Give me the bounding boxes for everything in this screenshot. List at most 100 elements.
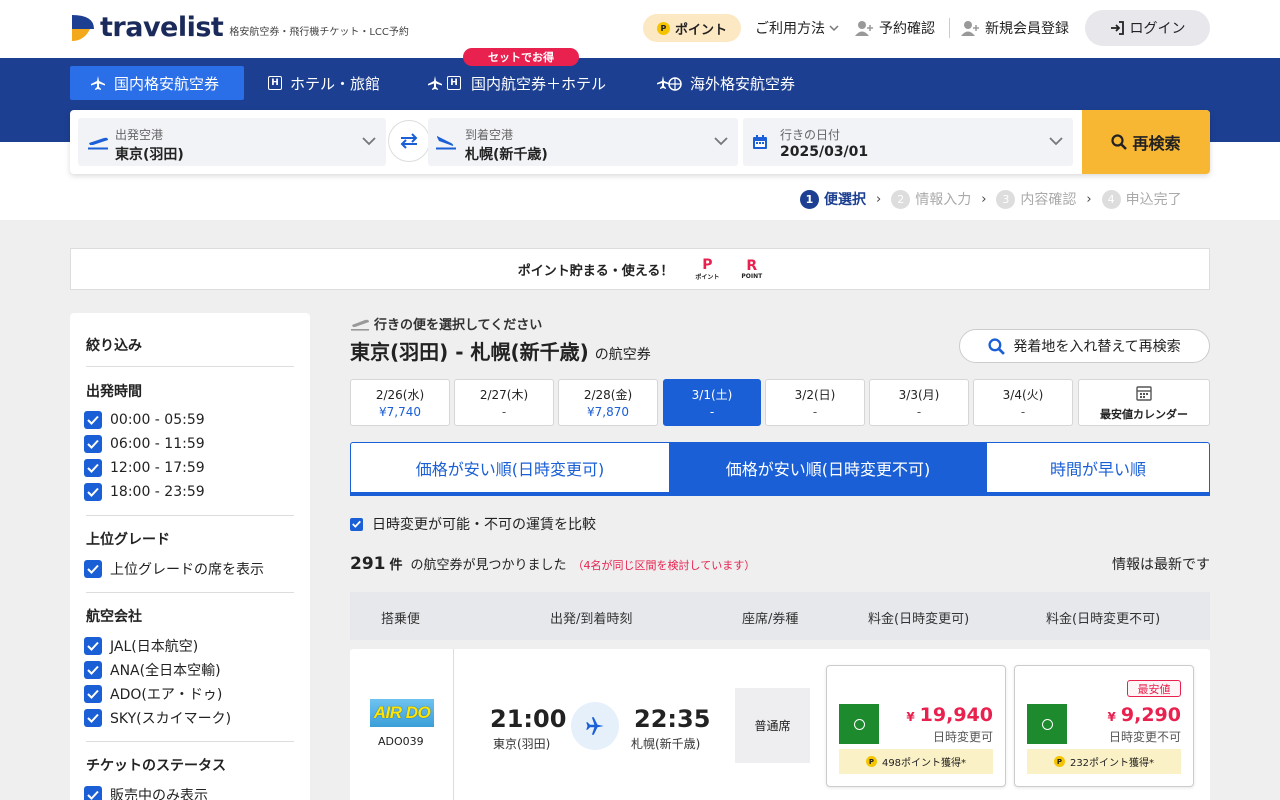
date-option-selected[interactable]: 3/1(土) - (663, 379, 761, 426)
cheapest-calendar-button[interactable]: 最安値カレンダー (1078, 379, 1210, 426)
plane-icon (571, 702, 619, 750)
login-label: ログイン (1129, 21, 1186, 37)
results-table-header: 搭乗便 出発/到着時刻 座席/券種 料金(日時変更可) 料金(日時変更不可) (350, 592, 1210, 640)
date-option[interactable]: 2/28(金) ¥7,870 (558, 379, 658, 426)
date-option[interactable]: 2/26(水) ¥7,740 (350, 379, 450, 426)
usage-menu[interactable]: ご利用方法 (755, 18, 840, 38)
departure-value: 東京(羽田) (115, 147, 184, 163)
tab-hotels[interactable]: H ホテル・旅館 (248, 66, 400, 100)
chevron-down-icon (714, 137, 728, 146)
plane-icon (428, 76, 442, 90)
point-button[interactable]: P ポイント (643, 14, 741, 42)
login-button[interactable]: ログイン (1085, 10, 1210, 46)
grade-filter-option[interactable]: 上位グレードの席を表示 (84, 559, 264, 579)
arrival-value: 札幌(新千歳) (465, 147, 548, 163)
tab-domestic-flights[interactable]: 国内格安航空券 (70, 66, 244, 100)
step-4: 4 申込完了 (1101, 189, 1182, 209)
divider (453, 649, 454, 800)
checkbox-checked-icon (84, 661, 102, 679)
airdo-logo: AIR DO (370, 699, 434, 727)
step-2: 2 情報入力 (891, 189, 971, 209)
time-filter-title: 出発時間 (86, 384, 142, 400)
airline-filter-option[interactable]: SKY(スカイマーク) (84, 708, 231, 728)
airline-filter-option[interactable]: ADO(エア・ドゥ) (84, 684, 222, 704)
divider (86, 592, 294, 593)
search-icon (988, 337, 1006, 355)
sort-tab-price-fixed[interactable]: 価格が安い順(日時変更不可) (669, 443, 987, 492)
user-icon (855, 21, 873, 36)
status-filter-option[interactable]: 販売中のみ表示 (84, 785, 208, 800)
compare-fares-checkbox[interactable]: 日時変更が可能・不可の運賃を比較 (350, 514, 596, 534)
seat-type: 普通席 (735, 688, 810, 763)
chevron-right-icon: › (981, 191, 987, 207)
time-filter-option[interactable]: 06:00 - 11:59 (84, 435, 205, 453)
page-title: 東京(羽田) - 札幌(新千歳) の航空券 (350, 340, 651, 364)
point-label: ポイント (674, 22, 727, 38)
swap-research-button[interactable]: 発着地を入れ替えて再検索 (959, 329, 1210, 363)
checkbox-checked-icon (350, 517, 363, 531)
status-filter-title: チケットのステータス (86, 758, 226, 774)
reservation-check-link[interactable]: 予約確認 (855, 18, 935, 38)
swap-airports-button[interactable] (388, 120, 430, 162)
fare-price: ¥9,290 (1107, 704, 1181, 726)
column-header: 料金(日時変更可) (868, 612, 970, 627)
date-option[interactable]: 3/2(日) - (765, 379, 865, 426)
column-header: 料金(日時変更不可) (1046, 612, 1161, 627)
point-coin-icon: P (865, 756, 877, 767)
tab-overseas-flights[interactable]: 海外格安航空券 (636, 66, 815, 100)
step-3: 3 内容確認 (996, 189, 1076, 209)
point-coin-icon: P (656, 21, 670, 35)
sort-tab-price-changeable[interactable]: 価格が安い順(日時変更可) (351, 443, 669, 492)
select-flight-heading: 行きの便を選択してください (350, 314, 542, 333)
point-banner[interactable]: ポイント貯まる・使える！ P ポイント R POINT (70, 248, 1210, 290)
time-filter-option[interactable]: 00:00 - 05:59 (84, 411, 205, 429)
checkbox-checked-icon (84, 560, 102, 578)
fare-select-icon (1027, 704, 1067, 744)
globe-plane-icon (657, 76, 682, 91)
checkbox-checked-icon (84, 685, 102, 703)
airline-filter-option[interactable]: JAL(日本航空) (84, 636, 198, 656)
arrival-place: 札幌(新千歳) (631, 737, 701, 751)
date-value: 2025/03/01 (780, 144, 869, 160)
usage-label: ご利用方法 (755, 21, 825, 37)
date-option[interactable]: 3/4(火) - (973, 379, 1073, 426)
sort-tab-earliest[interactable]: 時間が早い順 (987, 443, 1209, 492)
flight-number: ADO039 (378, 735, 424, 748)
divider (86, 366, 294, 367)
research-button[interactable]: 再検索 (1082, 110, 1210, 174)
checkbox-checked-icon (84, 411, 102, 429)
point-coin-icon: P (1053, 756, 1065, 767)
fare-card-fixed[interactable]: 最安値 ¥9,290 日時変更不可 P 232ポイント獲得* (1014, 665, 1194, 787)
chevron-down-icon (1049, 137, 1063, 146)
grade-filter-title: 上位グレード (86, 532, 170, 548)
fare-card-changeable[interactable]: ¥19,940 日時変更可 P 498ポイント獲得* (826, 665, 1006, 787)
tab-label: 国内航空券＋ホテル (471, 74, 607, 93)
airline-filter-title: 航空会社 (86, 609, 142, 625)
research-label: 再検索 (1132, 134, 1181, 153)
chevron-down-icon (362, 137, 376, 146)
hotel-icon: H (268, 76, 282, 90)
arrival-airport-select[interactable]: 到着空港 札幌(新千歳) (428, 118, 738, 166)
top-header: travelist 格安航空券・飛行機チケット・LCC予約 P ポイント ご利用… (0, 0, 1280, 58)
date-option[interactable]: 3/3(月) - (869, 379, 969, 426)
time-filter-option[interactable]: 12:00 - 17:59 (84, 459, 205, 477)
result-count: 291 件 の航空券が見つかりました （4名が同じ区間を検討しています） (350, 554, 756, 574)
search-icon (1111, 134, 1128, 150)
tab-flight-hotel[interactable]: H 国内航空券＋ホテル (407, 66, 626, 100)
takeoff-icon (88, 137, 108, 150)
date-option[interactable]: 2/27(木) - (454, 379, 554, 426)
flight-result-row: AIR DO ADO039 21:00 東京(羽田) 22:35 札幌(新千歳)… (350, 649, 1210, 800)
departure-date-select[interactable]: 行きの日付 2025/03/01 (743, 118, 1073, 166)
register-link[interactable]: 新規会員登録 (961, 18, 1069, 38)
date-label: 行きの日付 (780, 128, 841, 142)
fare-points: P 498ポイント獲得* (839, 749, 993, 774)
airline-filter-option[interactable]: ANA(全日本空輸) (84, 660, 221, 680)
travelist-logo[interactable]: travelist 格安航空券・飛行機チケット・LCC予約 (70, 12, 409, 43)
arrival-time: 22:35 (634, 705, 711, 733)
time-filter-option[interactable]: 18:00 - 23:59 (84, 483, 205, 501)
login-icon (1110, 21, 1124, 35)
departure-airport-select[interactable]: 出発空港 東京(羽田) (78, 118, 386, 166)
logo-text: travelist (100, 12, 224, 43)
sort-tabs: 価格が安い順(日時変更可) 価格が安い順(日時変更不可) 時間が早い順 (350, 442, 1210, 496)
viewers-note: （4名が同じ区間を検討しています） (572, 559, 756, 572)
